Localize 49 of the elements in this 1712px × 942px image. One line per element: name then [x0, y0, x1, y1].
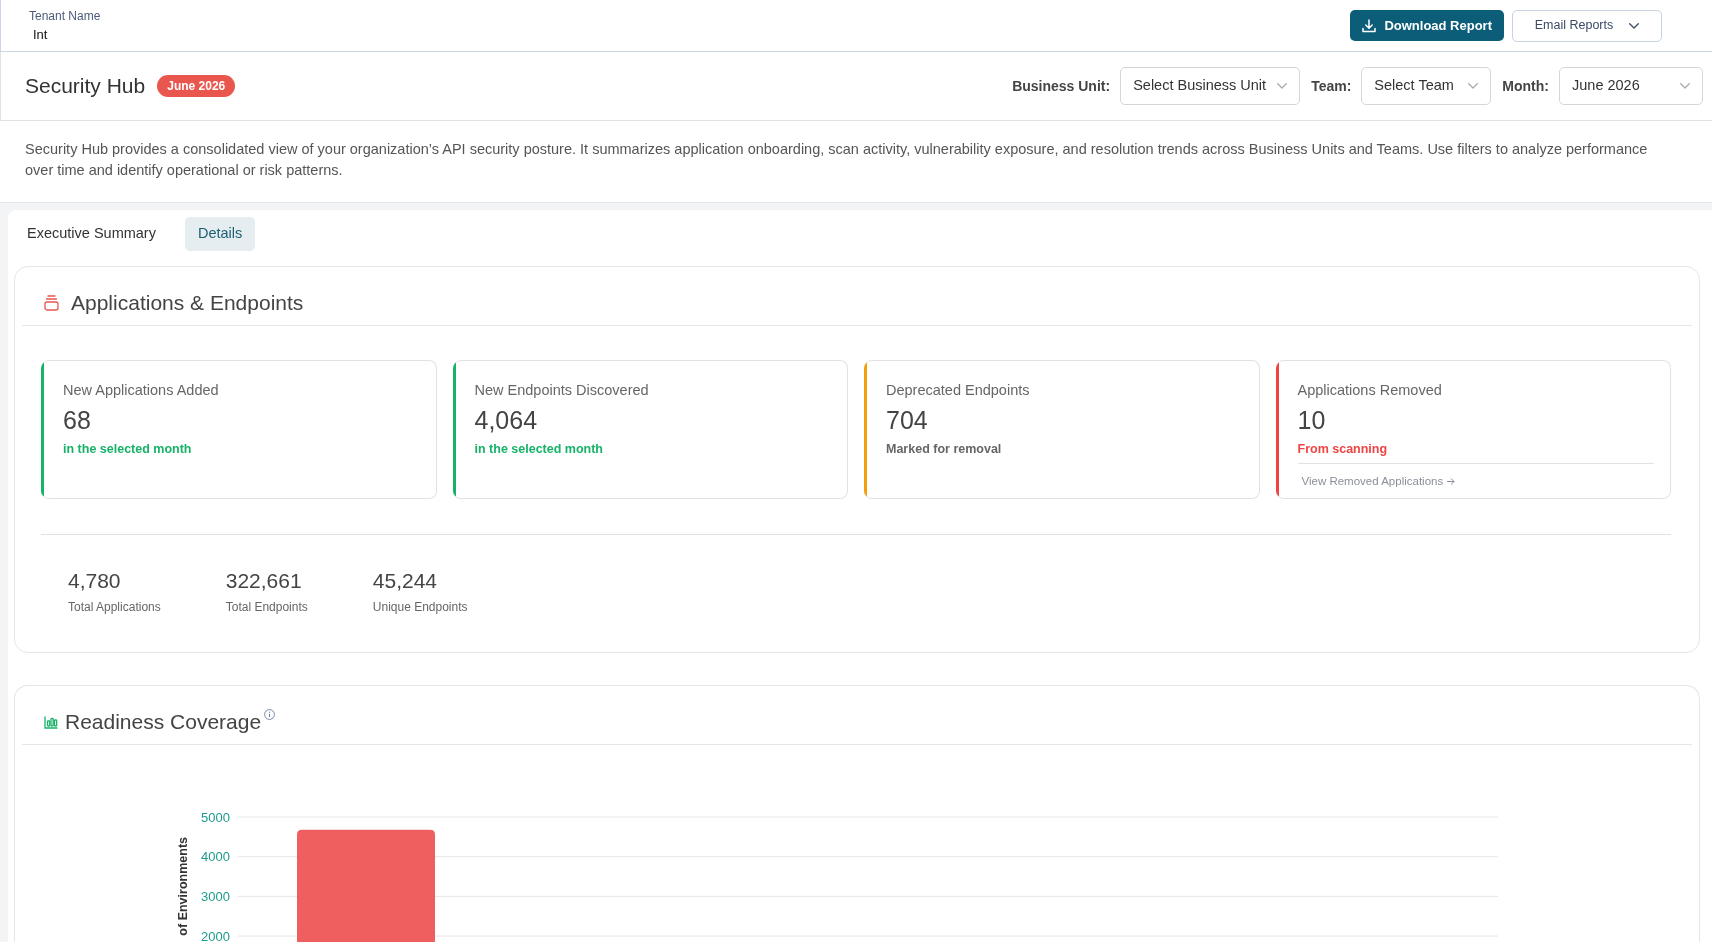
tab[interactable]: Details	[184, 217, 256, 251]
total-label: Total Applications	[68, 600, 161, 615]
section-title: Readiness Coverage	[65, 709, 262, 735]
axis-tick-label: 3000	[201, 888, 230, 904]
download-icon	[1362, 18, 1377, 33]
stat-note: in the selected month	[474, 441, 604, 457]
stat-label: New Applications Added	[63, 381, 220, 400]
filter-select[interactable]: Select Business Unit	[1120, 67, 1301, 105]
download-report-button[interactable]: Download Report	[1350, 10, 1504, 41]
arrow-right-icon	[1447, 477, 1456, 485]
filter-label: Month:	[1502, 76, 1549, 96]
tenant-value: Int	[32, 26, 49, 43]
filter-select[interactable]: Select Team	[1361, 67, 1492, 105]
total-value: 322,661	[225, 568, 303, 594]
section-title: Applications & Endpoints	[71, 290, 304, 316]
tenant-label: Tenant Name	[29, 8, 101, 23]
filter-label: Team:	[1311, 76, 1352, 96]
stat-label: Deprecated Endpoints	[886, 381, 1031, 400]
stat-note: Marked for removal	[886, 441, 1003, 457]
total-value: 4,780	[68, 568, 122, 594]
stat-value: 10	[1297, 405, 1327, 435]
stat-label: New Endpoints Discovered	[474, 381, 650, 400]
page-description: Security Hub provides a consolidated view of your organization’s API security posture. It summarizes application onboarding, scan activity, vulnerability exposure, and resolution trends across Business Units and Teams. Use filters to analyze performance over time and identify operational or risk patterns.	[25, 140, 1649, 180]
total-label: Total Endpoints	[225, 600, 308, 615]
month-badge: June 2026	[157, 75, 236, 97]
chevron-down-icon	[1629, 22, 1640, 29]
tab[interactable]: Executive Summary	[14, 217, 169, 251]
stat-value: 68	[63, 405, 92, 435]
axis-tick-label: 5000	[201, 809, 230, 825]
filter-select[interactable]: June 2026	[1559, 67, 1703, 105]
axis-title: of Environments	[176, 837, 190, 936]
axis-tick-label: 4000	[201, 849, 230, 865]
stat-note: From scanning	[1297, 441, 1389, 457]
stat-note: in the selected month	[63, 441, 193, 457]
total-value: 45,244	[372, 568, 439, 594]
stat-label: Applications Removed	[1297, 381, 1443, 400]
stack-icon	[44, 295, 59, 311]
chevron-down-icon	[1277, 83, 1288, 89]
chevron-down-icon	[1680, 83, 1690, 89]
total-label: Unique Endpoints	[372, 600, 468, 615]
info-icon	[264, 709, 276, 720]
filter-label: Business Unit:	[1012, 76, 1111, 96]
chevron-down-icon	[1468, 83, 1479, 89]
stat-value: 704	[886, 405, 929, 435]
email-reports-button[interactable]: Email Reports	[1512, 9, 1662, 42]
stat-value: 4,064	[474, 405, 539, 435]
axis-tick-label: 2000	[201, 928, 230, 942]
bar-chart-icon	[44, 715, 58, 729]
page-title: Security Hub	[25, 73, 146, 99]
